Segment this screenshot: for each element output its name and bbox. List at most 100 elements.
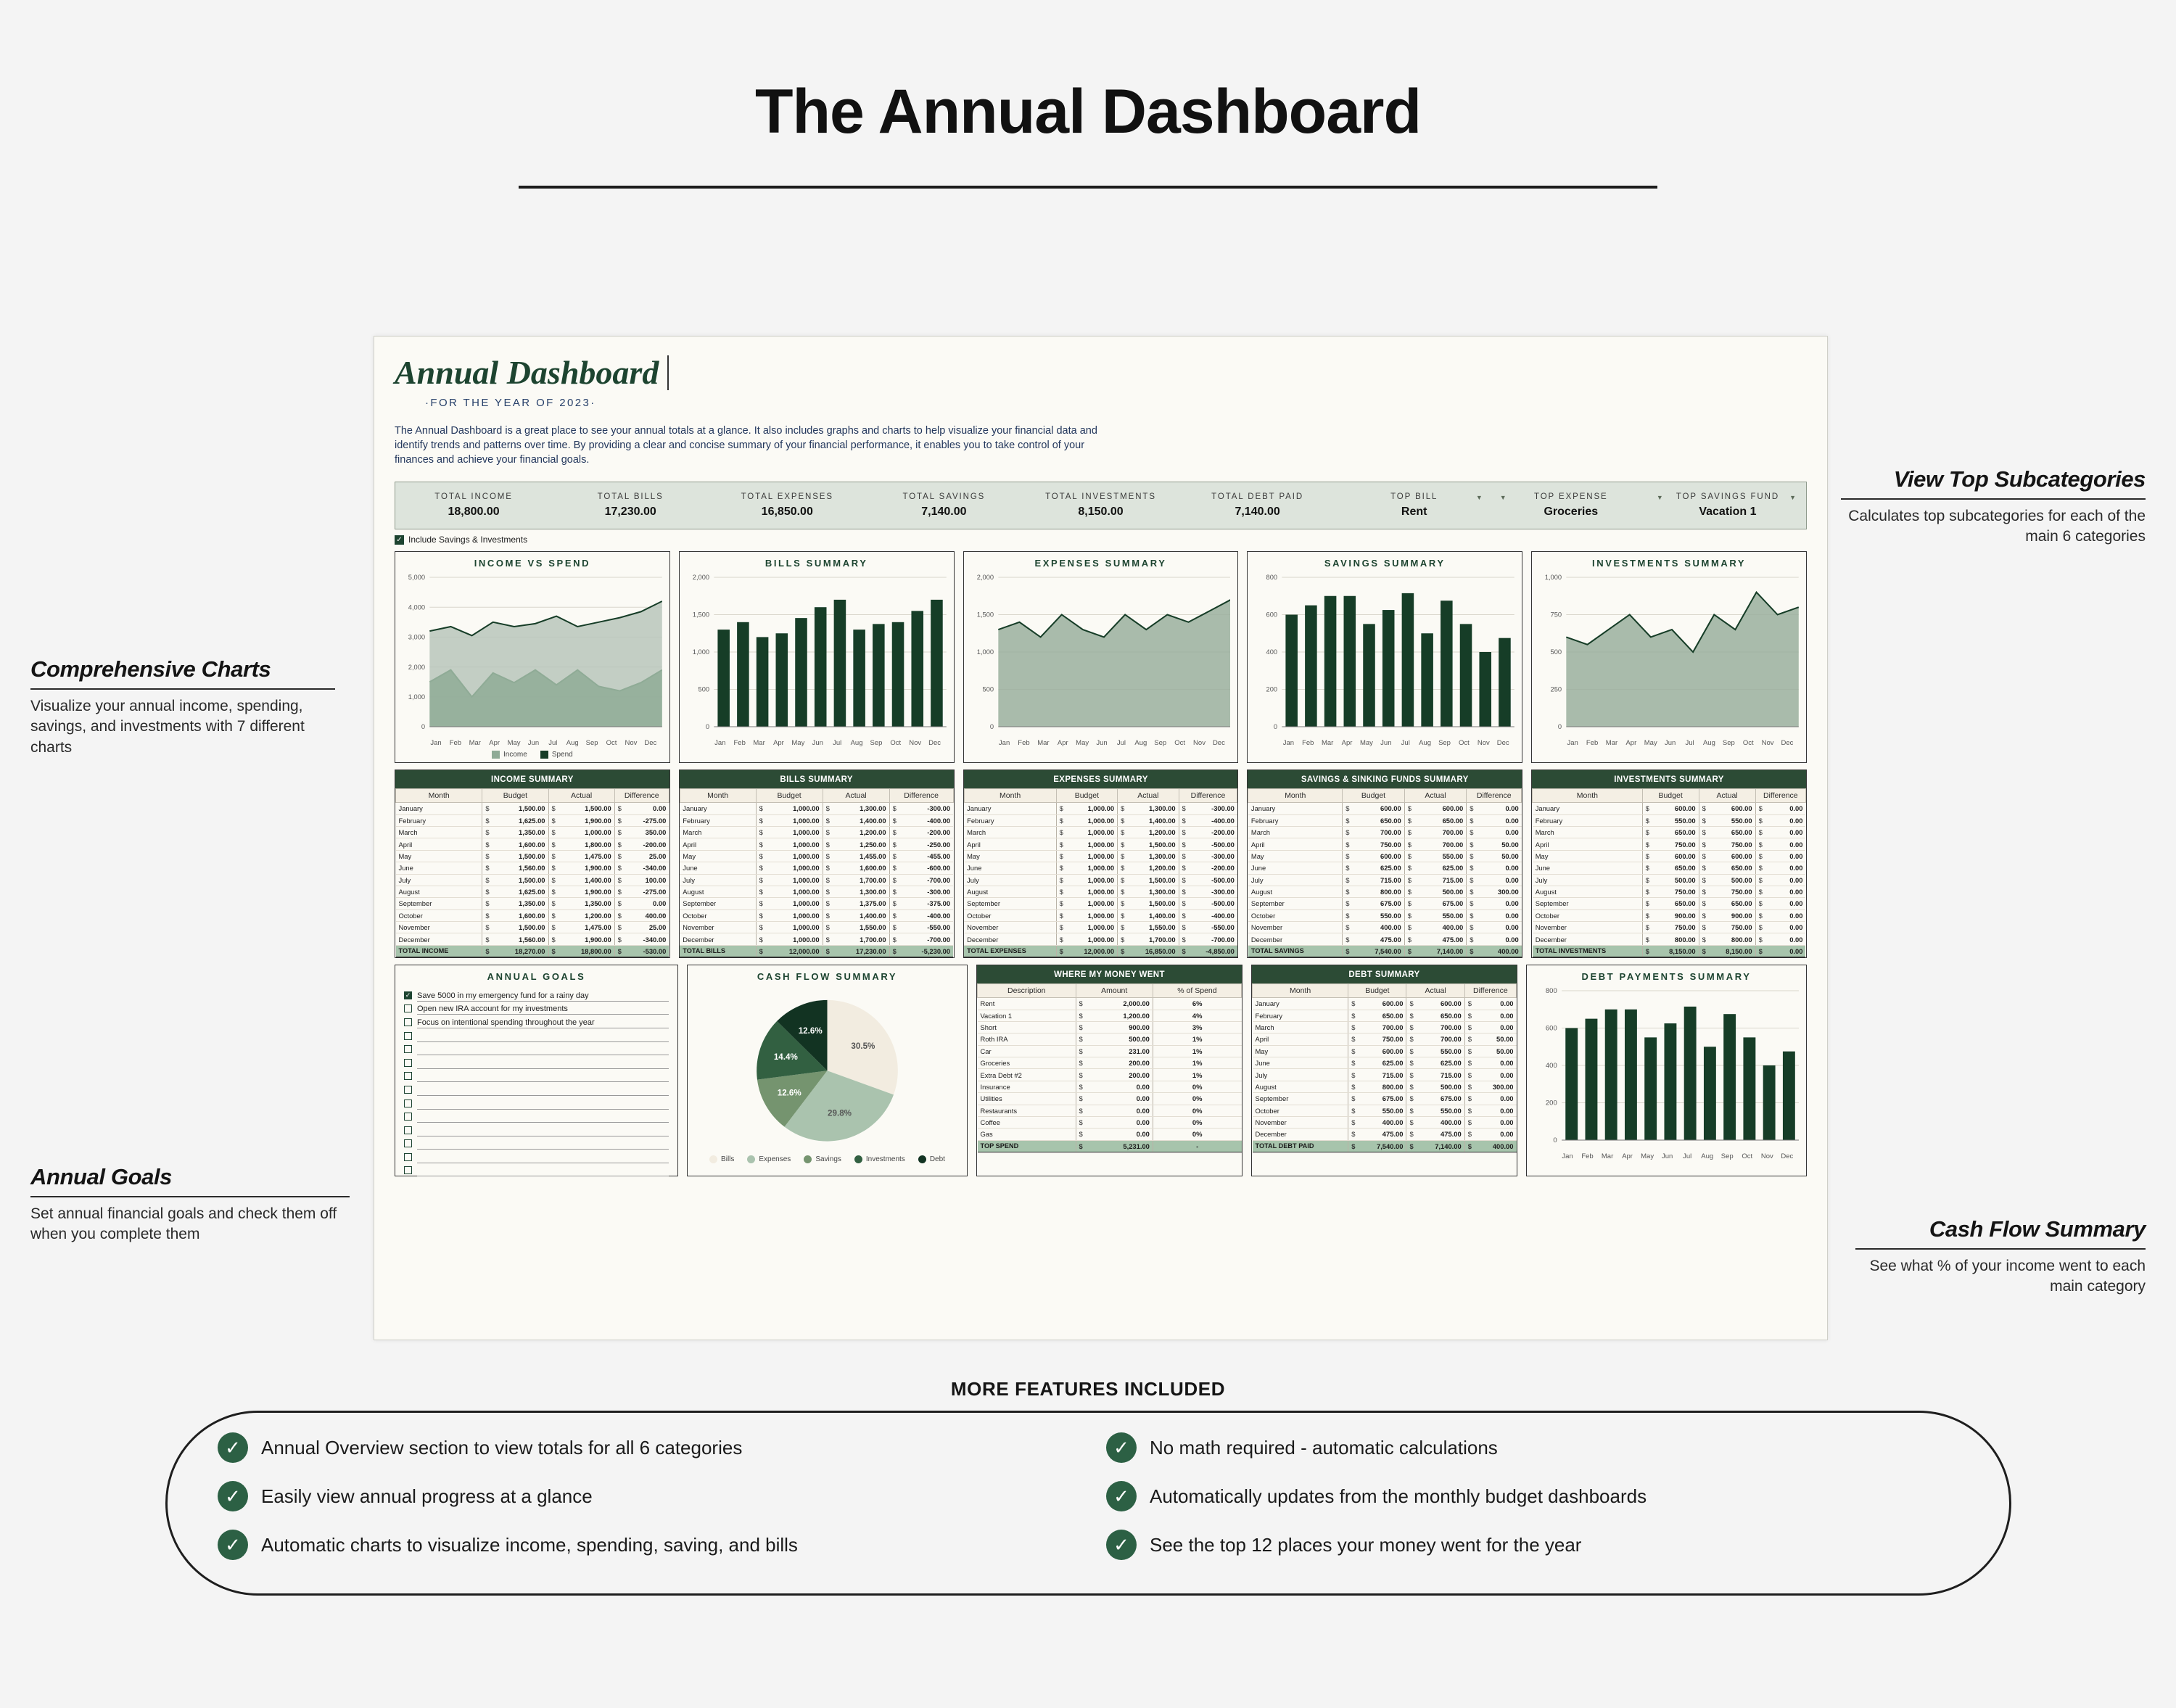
cell-label: February bbox=[395, 814, 482, 828]
goal-checkbox[interactable] bbox=[404, 1126, 412, 1134]
goal-text[interactable] bbox=[417, 1054, 669, 1056]
table-row: June $1,000.00 $1,200.00 $ -200.00 bbox=[964, 862, 1237, 875]
goal-checkbox[interactable] bbox=[404, 1004, 412, 1013]
cell-currency-symbol: $ bbox=[1117, 862, 1128, 875]
cell-currency-symbol: $ bbox=[1404, 874, 1414, 886]
goal-checkbox[interactable] bbox=[404, 1099, 412, 1107]
table-row: January $600.00 $600.00 $0.00 bbox=[1252, 997, 1517, 1010]
goal-text[interactable] bbox=[417, 1094, 669, 1096]
sheet-subtitle: ·FOR THE YEAR OF 2023· bbox=[425, 397, 596, 410]
cell-label: April bbox=[395, 838, 482, 851]
cell-value: 2,000.00 bbox=[1085, 997, 1153, 1010]
goal-text[interactable] bbox=[417, 1121, 669, 1123]
column-header: Difference bbox=[1755, 788, 1806, 804]
cell-currency-symbol: $ bbox=[548, 921, 559, 934]
cell-value: 1,000.00 bbox=[1066, 802, 1118, 815]
x-tick-label: Oct bbox=[890, 739, 902, 748]
x-tick-label: May bbox=[1076, 739, 1089, 748]
cell-currency-symbol: $ bbox=[1406, 1033, 1417, 1046]
cell-value: 1,700.00 bbox=[1127, 933, 1179, 946]
table-row: July $500.00 $500.00 $0.00 bbox=[1532, 874, 1806, 886]
cell-currency-symbol: $ bbox=[1117, 886, 1128, 899]
goal-text[interactable] bbox=[417, 1108, 669, 1110]
cell-value: -400.00 bbox=[899, 909, 954, 923]
goal-checkbox[interactable] bbox=[404, 1072, 412, 1081]
filter-dropdown-icon[interactable]: ▼ bbox=[1789, 494, 1796, 501]
goal-checkbox[interactable] bbox=[404, 1085, 412, 1094]
goal-text[interactable]: Save 5000 in my emergency fund for a rai… bbox=[417, 991, 669, 1002]
goal-checkbox[interactable] bbox=[404, 1058, 412, 1067]
cell-label: April bbox=[964, 838, 1057, 851]
table-row: April $750.00 $750.00 $0.00 bbox=[1532, 838, 1806, 851]
cell-currency-symbol: $ bbox=[1178, 838, 1189, 851]
cell-label: March bbox=[1252, 1021, 1348, 1034]
table-savings-sinking-funds-summary: SAVINGS & SINKING FUNDS SUMMARY Month Budg… bbox=[1247, 770, 1523, 959]
check-circle-icon: ✓ bbox=[1106, 1481, 1137, 1511]
table-row: July $1,000.00 $1,700.00 $ -700.00 bbox=[680, 874, 954, 886]
stat-label: TOTAL DEBT PAID bbox=[1211, 492, 1304, 502]
goal-text[interactable]: Open new IRA account for my investments bbox=[417, 1004, 669, 1015]
cell-label: January bbox=[395, 802, 482, 815]
x-tick-label: Dec bbox=[644, 739, 657, 748]
goal-checkbox[interactable] bbox=[404, 1045, 412, 1054]
column-header: Budget bbox=[1641, 788, 1699, 804]
cell-currency-symbol: $ bbox=[1698, 886, 1709, 899]
cell-value: 0.00 bbox=[1765, 850, 1806, 863]
cell-currency-symbol: $ bbox=[1117, 874, 1128, 886]
goal-checkbox[interactable] bbox=[404, 1031, 412, 1040]
cell-currency-symbol: $ bbox=[822, 897, 833, 910]
cell-value: 750.00 bbox=[1708, 921, 1756, 934]
goal-text[interactable] bbox=[417, 1162, 669, 1163]
filter-dropdown-icon[interactable]: ▼ bbox=[1657, 494, 1663, 501]
x-tick-label: Dec bbox=[1212, 739, 1225, 748]
goal-text[interactable] bbox=[417, 1041, 669, 1042]
goal-text[interactable] bbox=[417, 1148, 669, 1150]
filter-dropdown-icon[interactable]: ▼ bbox=[1500, 494, 1507, 501]
cell-label: November bbox=[964, 921, 1057, 934]
cell-currency-symbol: $ bbox=[614, 862, 625, 875]
cell-currency-symbol: $ bbox=[1075, 1105, 1086, 1117]
cell-value: 700.00 bbox=[1352, 826, 1405, 839]
cell-value: 700.00 bbox=[1416, 1033, 1465, 1046]
table-row: November $400.00 $400.00 $0.00 bbox=[1248, 921, 1522, 934]
cell-currency-symbol: $ bbox=[1117, 838, 1128, 851]
goal-checkbox[interactable] bbox=[404, 1139, 412, 1148]
cell-currency-symbol: $ bbox=[482, 874, 493, 886]
table-row: Groceries $200.00 1% bbox=[977, 1057, 1242, 1070]
goal-checkbox[interactable] bbox=[404, 1152, 412, 1161]
cell-value: -700.00 bbox=[899, 874, 954, 886]
cell-currency-symbol: $ bbox=[1755, 838, 1765, 851]
filter-dropdown-icon[interactable]: ▼ bbox=[1476, 494, 1483, 501]
checkbox-icon[interactable]: ✓ bbox=[395, 535, 404, 545]
goal-checkbox[interactable] bbox=[404, 1166, 412, 1175]
total-value: -530.00 bbox=[624, 944, 669, 958]
goal-text[interactable] bbox=[417, 1068, 669, 1069]
cell-currency-symbol: $ bbox=[1075, 1128, 1086, 1141]
cell-currency-symbol: $ bbox=[1178, 826, 1189, 839]
include-savings-investments-toggle[interactable]: ✓ Include Savings & Investments bbox=[395, 535, 1807, 545]
cell-currency-symbol: $ bbox=[548, 814, 559, 828]
total-value: -4,850.00 bbox=[1188, 944, 1237, 958]
cell-label: June bbox=[1532, 862, 1643, 875]
goal-text[interactable]: Focus on intentional spending throughout… bbox=[417, 1018, 669, 1028]
cell-value: 0.00 bbox=[1474, 1057, 1517, 1070]
goal-text[interactable] bbox=[417, 1175, 669, 1177]
goal-checkbox[interactable]: ✓ bbox=[404, 991, 412, 999]
goal-text[interactable] bbox=[417, 1135, 669, 1136]
table-row: Insurance $0.00 0% bbox=[977, 1081, 1242, 1094]
x-tick-label: Oct bbox=[1742, 1152, 1753, 1161]
cell-label: June bbox=[964, 862, 1057, 875]
goal-checkbox[interactable] bbox=[404, 1113, 412, 1121]
cell-value: 50.00 bbox=[1476, 838, 1522, 851]
cell-currency-symbol: $ bbox=[1698, 814, 1709, 828]
goal-checkbox[interactable] bbox=[404, 1018, 412, 1026]
goal-row bbox=[404, 1123, 669, 1136]
cell-currency-symbol: $ bbox=[1404, 826, 1414, 839]
cell-currency-symbol: $ bbox=[1464, 997, 1475, 1010]
goal-text[interactable] bbox=[417, 1081, 669, 1083]
cell-currency-symbol: $ bbox=[1466, 897, 1477, 910]
cell-label: Short bbox=[977, 1021, 1076, 1034]
goals-title: ANNUAL GOALS bbox=[487, 971, 586, 983]
cell-label: June bbox=[1248, 862, 1343, 875]
cell-currency-symbol: $ bbox=[889, 826, 899, 839]
